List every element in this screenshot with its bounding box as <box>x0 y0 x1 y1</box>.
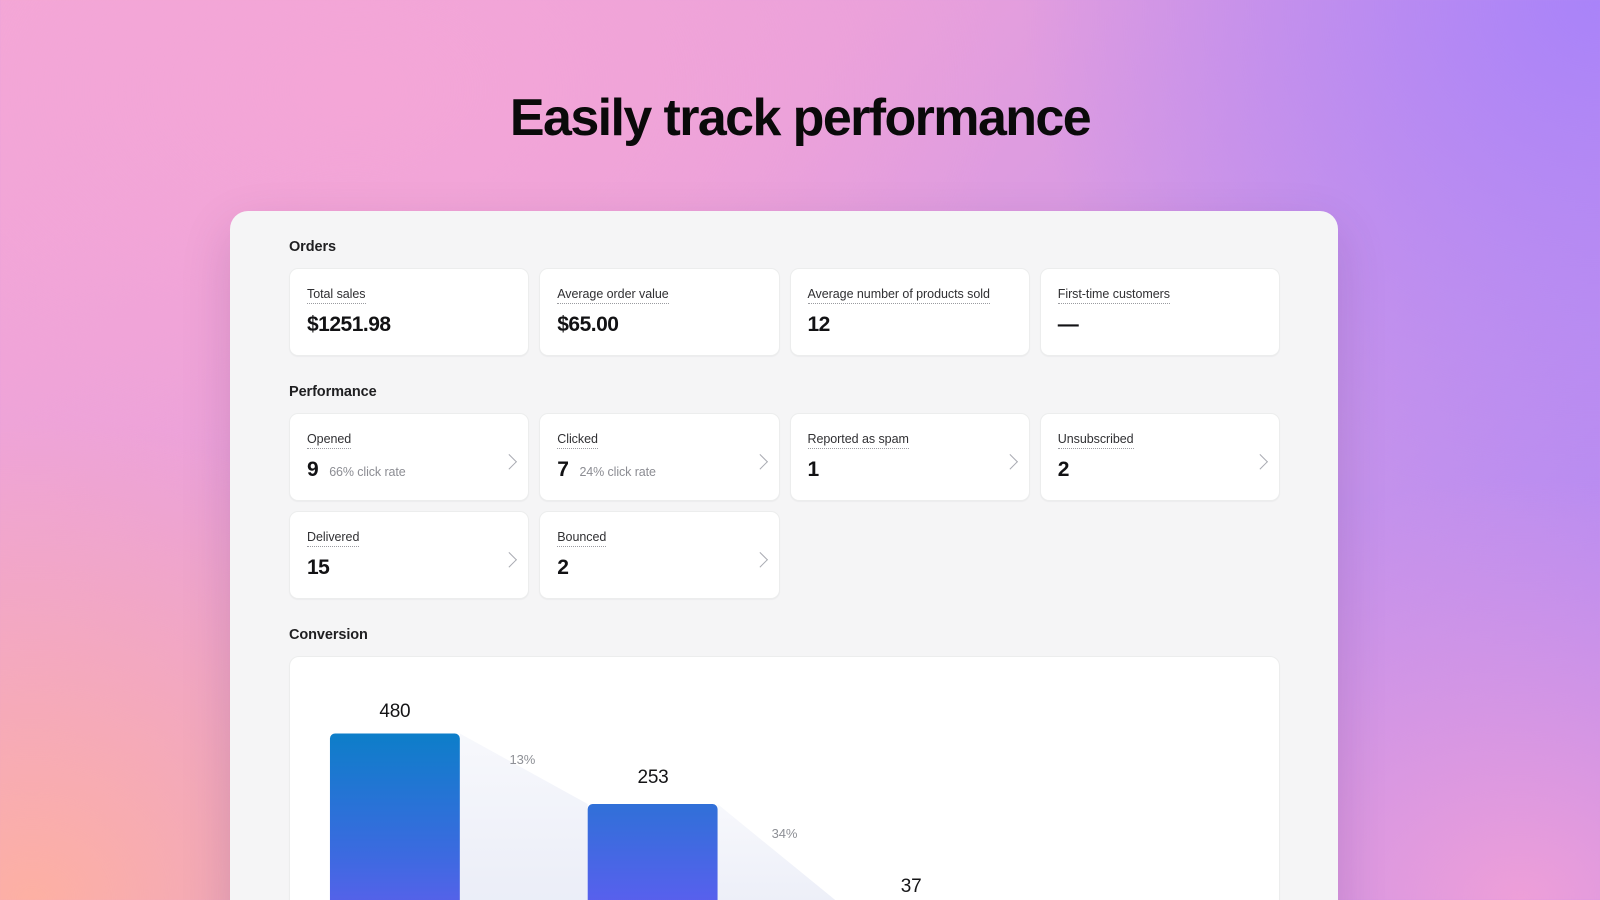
section-title-performance: Performance <box>289 384 377 400</box>
metric-label: Average order value <box>557 287 669 304</box>
metric-card-clicked[interactable]: Clicked 7 24% click rate <box>539 413 780 501</box>
metric-card-total-sales: Total sales $1251.98 <box>289 268 530 356</box>
funnel-bar-value-1: 480 <box>379 701 411 722</box>
metric-card-first-time-customers: First-time customers — <box>1039 268 1280 356</box>
metric-value: 9 <box>307 458 319 481</box>
funnel-bar-2 <box>587 804 718 900</box>
metric-value-row: — <box>1058 313 1262 337</box>
funnel-chart-svg <box>329 733 836 900</box>
metric-card-reported-as-spam[interactable]: Reported as spam 1 <box>789 413 1030 501</box>
metric-label: Total sales <box>307 287 366 304</box>
metric-value: $1251.98 <box>307 313 391 336</box>
metric-label: Clicked <box>557 432 598 449</box>
metric-value-row: 7 24% click rate <box>557 458 761 482</box>
funnel-connector-label-2: 34% <box>771 826 798 841</box>
metric-value: 1 <box>807 458 820 481</box>
metric-value-row: 9 66% click rate <box>307 458 511 482</box>
metric-value: 15 <box>307 556 330 579</box>
metric-value: 12 <box>807 313 831 336</box>
performance-card-grid-row2: Delivered 15 Bounced 2 <box>289 511 1280 599</box>
metric-label: First-time customers <box>1057 287 1170 304</box>
metric-value: — <box>1057 313 1079 336</box>
funnel-bar-value-2: 253 <box>637 767 669 788</box>
metric-value: 7 <box>557 458 569 481</box>
metric-card-unsubscribed[interactable]: Unsubscribed 2 <box>1039 413 1280 501</box>
metric-card-delivered[interactable]: Delivered 15 <box>289 511 530 599</box>
metric-value: 2 <box>1057 458 1070 481</box>
dashboard-panel: Orders Total sales $1251.98 Average orde… <box>230 211 1338 900</box>
metric-value-row: 2 <box>1058 458 1262 482</box>
metric-value: 2 <box>557 556 569 579</box>
funnel-bar-1 <box>329 733 460 900</box>
metric-card-average-products-sold: Average number of products sold 12 <box>789 268 1030 356</box>
metric-card-average-order-value: Average order value $65.00 <box>539 268 780 356</box>
funnel-connector-label-1: 13% <box>509 752 536 767</box>
metric-value-row: 12 <box>808 313 1012 337</box>
section-title-conversion: Conversion <box>289 627 368 643</box>
metric-card-bounced[interactable]: Bounced 2 <box>539 511 780 599</box>
funnel-connector-2 <box>717 804 836 900</box>
section-title-orders: Orders <box>289 239 336 255</box>
metric-label: Unsubscribed <box>1057 432 1134 449</box>
performance-card-grid-row1: Opened 9 66% click rate Clicked 7 24% cl… <box>289 413 1280 501</box>
metric-value: $65.00 <box>557 313 619 336</box>
metric-label: Delivered <box>307 530 359 547</box>
metric-label: Bounced <box>557 530 606 547</box>
metric-label: Average number of products sold <box>807 287 990 304</box>
metric-value-row: 15 <box>307 556 511 580</box>
metric-value-row: 1 <box>808 458 1012 482</box>
conversion-funnel-chart: 480 253 37 13% 34% <box>289 656 1280 900</box>
metric-subtext: 66% click rate <box>329 465 406 479</box>
metric-label: Reported as spam <box>807 432 909 449</box>
page-headline: Easily track performance <box>509 89 1092 147</box>
metric-value-row: 2 <box>557 556 761 580</box>
metric-value-row: $65.00 <box>557 313 761 337</box>
metric-value-row: $1251.98 <box>307 313 511 337</box>
funnel-bar-value-3: 37 <box>900 876 922 897</box>
metric-label: Opened <box>307 432 351 449</box>
metric-card-opened[interactable]: Opened 9 66% click rate <box>289 413 530 501</box>
orders-card-grid: Total sales $1251.98 Average order value… <box>289 268 1280 356</box>
metric-subtext: 24% click rate <box>579 465 656 479</box>
